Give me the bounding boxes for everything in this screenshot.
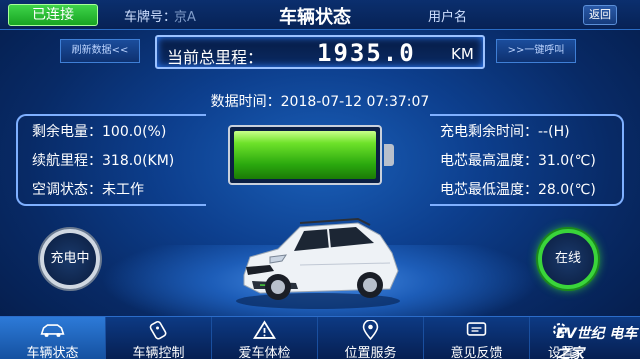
charging-status-indicator: 充电中 [40,229,100,289]
info-label: 充电剩余时间： [440,124,538,140]
info-value: --(H) [538,124,570,140]
one-key-call-button[interactable]: >>一键呼叫 [496,39,576,63]
nav-feedback[interactable]: 意见反馈 [424,317,530,359]
nav-vehicle-control[interactable]: 车辆控制 [106,317,212,359]
key-fob-icon [149,320,167,340]
driving-range-row: 续航里程：318.0(KM) [32,150,174,170]
info-label: 剩余电量： [32,124,102,140]
odometer-unit: KM [451,45,474,63]
nav-label: 车辆控制 [132,346,185,359]
battery-terminal [384,144,394,166]
back-button[interactable]: 返回 [583,5,617,25]
bottom-navigation: 车辆状态 车辆控制 爱车体检 位置服务 意见反馈 设置 EV世纪 电车之家 [0,316,640,359]
plate-value: 京A [174,10,196,25]
battery-indicator [228,125,382,185]
info-value: 100.0(%) [102,124,167,140]
info-value: 28.0(℃) [538,182,596,198]
car-image [236,217,400,309]
refresh-data-button[interactable]: 刷新数据<< [60,39,140,63]
timestamp-label: 数据时间： [210,94,281,110]
cell-max-temp-row: 电芯最高温度：31.0(℃) [440,150,596,170]
nav-location-service[interactable]: 位置服务 [318,317,424,359]
timestamp-value: 2018-07-12 07:37:07 [280,94,430,110]
warning-icon [252,320,277,339]
info-value: 31.0(℃) [538,153,596,169]
watermark-logo: EV世纪 电车之家 [556,326,638,359]
nav-vehicle-checkup[interactable]: 爱车体检 [212,317,318,359]
nav-vehicle-status[interactable]: 车辆状态 [0,317,106,359]
nav-label: 位置服务 [344,346,397,359]
page-title: 车辆状态 [279,7,351,28]
odometer-label: 当前总里程： [167,48,264,67]
info-label: 空调状态： [32,182,102,198]
nav-label: 爱车体检 [238,346,291,359]
charge-time-remaining-row: 充电剩余时间：--(H) [440,121,570,141]
online-status-indicator: 在线 [538,229,598,289]
odometer-value: 1935.0 [317,39,416,67]
odometer-display: 当前总里程： 1935.0 KM [155,35,485,69]
location-pin-icon [362,320,379,340]
info-label: 电芯最高温度： [440,153,538,169]
battery-fill [234,131,376,179]
info-label: 电芯最低温度： [440,182,538,198]
vehicle-status-screen: 已连接 车牌号： 京A 车辆状态 用户名 返回 刷新数据<< 当前总里程： 19… [0,0,640,359]
nav-label: 意见反馈 [450,346,503,359]
cell-min-temp-row: 电芯最低温度：28.0(℃) [440,179,596,199]
user-label: 用户名 [428,10,468,25]
nav-label: 车辆状态 [26,346,79,359]
car-icon [40,324,65,337]
feedback-icon [466,322,487,336]
ac-status-row: 空调状态：未工作 [32,179,144,199]
info-value: 未工作 [102,182,144,198]
info-value: 318.0(KM) [102,153,175,169]
connection-status-button[interactable]: 已连接 [8,4,98,26]
info-label: 续航里程： [32,153,102,169]
remaining-charge-row: 剩余电量：100.0(%) [32,121,166,141]
top-bar: 已连接 车牌号： 京A 车辆状态 用户名 返回 [0,0,640,30]
plate-label: 车牌号： [124,10,177,25]
data-timestamp: 数据时间：2018-07-12 07:37:07 [0,91,640,111]
